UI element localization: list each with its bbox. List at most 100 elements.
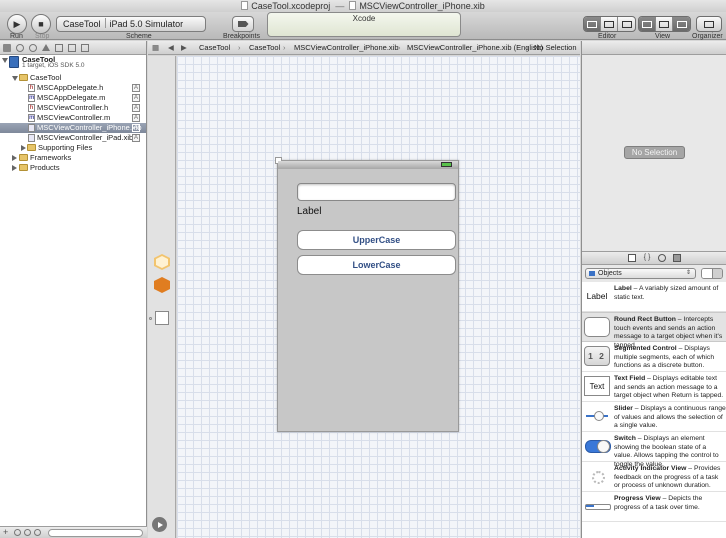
utilities-pane: No Selection { } Objects ⇕ Label Label – … [581,41,726,538]
organizer-icon [704,20,714,28]
icon-view-button[interactable] [702,269,713,278]
search-navigator-icon[interactable] [29,43,37,52]
utilities-toggle[interactable] [673,17,690,31]
symbol-navigator-icon[interactable] [16,43,24,52]
breadcrumb-localization[interactable]: MSCViewController_iPhone.xib (English) [407,41,543,54]
group-row-casetool[interactable]: CaseTool [0,73,146,83]
project-file-icon [241,1,249,10]
object-library-list: Label Label – A variably sized amount of… [582,282,726,538]
navigator-toggle[interactable] [639,17,656,31]
file-label: MSCAppDelegate.m [37,93,106,102]
group-label: Frameworks [30,153,72,162]
media-library-icon[interactable] [673,254,681,262]
disclosure-closed-icon[interactable] [21,145,26,151]
library-selector-bar: { } [582,251,726,265]
issue-navigator-icon[interactable] [42,44,50,51]
lowercase-button[interactable]: LowerCase [297,255,456,275]
recent-filter-icon[interactable] [14,529,21,536]
chevron-right-icon: › [526,43,529,52]
standard-editor-button[interactable] [584,17,601,31]
breadcrumb-selection[interactable]: No Selection [534,41,577,54]
disclosure-open-icon[interactable] [2,58,8,63]
library-item-slider[interactable]: Slider – Displays a continuous range of … [582,402,726,432]
disclosure-closed-icon[interactable] [12,165,17,171]
first-responder-icon[interactable] [154,277,170,293]
group-row[interactable]: Frameworks [0,153,146,163]
breadcrumb-project[interactable]: CaseTool [199,41,230,54]
debug-navigator-icon[interactable] [55,43,63,52]
related-items-icon[interactable]: ▦ [152,41,159,54]
group-row[interactable]: Products [0,163,146,173]
file-label: MSCAppDelegate.h [37,83,104,92]
file-row[interactable]: h MSCViewController.h A [0,103,146,113]
version-editor-icon [621,20,632,28]
text-field[interactable] [297,183,456,201]
back-arrow-icon[interactable]: ◀ [168,41,174,54]
disclosure-open-icon[interactable] [12,76,18,81]
navigator-filter-field[interactable] [48,529,143,537]
forward-arrow-icon[interactable]: ▶ [181,41,187,54]
file-label: MSCViewController_iPad.xib [37,133,134,142]
disclosure-closed-icon[interactable] [12,155,17,161]
unsaved-filter-icon[interactable] [34,529,41,536]
breadcrumb-file[interactable]: MSCViewController_iPhone.xib [294,41,399,54]
label-view[interactable]: Label [297,206,321,217]
status-badge: A [132,84,140,92]
add-icon[interactable]: + [3,528,8,537]
file-label: MSCViewController.m [37,113,111,122]
switch-thumbnail [584,436,611,456]
file-template-library-icon[interactable] [628,254,636,262]
organizer-icon-wrap [697,17,721,31]
library-view-mode-control[interactable] [701,268,723,279]
library-item-round-rect-button[interactable]: Round Rect Button – Intercepts touch eve… [582,312,726,349]
code-snippet-library-icon[interactable]: { } [643,254,651,262]
scheme-popup[interactable]: CaseTool iPad 5.0 Simulator [56,16,206,32]
organizer-button[interactable] [696,16,722,32]
breakpoints-button[interactable] [232,16,254,32]
version-editor-button[interactable] [618,17,635,31]
run-button[interactable]: ▶ [7,14,27,34]
group-row[interactable]: Supporting Files [0,143,146,153]
log-navigator-icon[interactable] [81,43,89,52]
project-row[interactable]: CaseTool 1 target, iOS SDK 5.0 [0,55,146,69]
library-item-description: Activity Indicator View – Provides feedb… [614,465,726,491]
interface-builder-canvas[interactable]: Label UpperCase LowerCase [177,56,580,538]
iphone-view[interactable]: Label UpperCase LowerCase [275,157,459,432]
chevron-right-icon: › [398,43,401,52]
debug-toggle[interactable] [656,17,673,31]
stop-label: Stop [35,33,50,40]
library-item-switch[interactable]: Switch – Displays an element showing the… [582,432,726,468]
library-item-activity-indicator[interactable]: Activity Indicator View – Provides feedb… [582,462,726,492]
uppercase-button[interactable]: UpperCase [297,230,456,250]
library-item-label[interactable]: Label Label – A variably sized amount of… [582,282,726,312]
file-row-selected[interactable]: MSCViewController_iPhone.xib A [0,123,146,133]
object-library-icon[interactable] [658,254,666,262]
library-item-progress-view[interactable]: Progress View – Depicts the progress of … [582,492,726,522]
assistant-editor-button[interactable] [601,17,618,31]
view-object-icon[interactable] [155,311,169,325]
scheme-label: Scheme [126,33,152,40]
scm-filter-icon[interactable] [24,529,31,536]
breakpoints-label: Breakpoints [223,33,260,40]
expand-dock-button[interactable] [152,517,167,532]
segmented-control-thumbnail: 1 2 [584,346,610,366]
library-item-text-field[interactable]: Text Text Field – Displays editable text… [582,372,726,402]
breakpoint-navigator-icon[interactable] [68,43,76,52]
view-segmented[interactable] [638,16,691,32]
file-row[interactable]: MSCViewController_iPad.xib A [0,133,146,143]
library-item-description: Label – A variably sized amount of stati… [614,285,726,302]
file-row[interactable]: h MSCAppDelegate.h A [0,83,146,93]
files-owner-icon[interactable] [154,254,170,270]
assistant-editor-icon [604,20,614,28]
view-indicator-icon [149,317,152,320]
editor-segmented[interactable] [583,16,636,32]
file-row[interactable]: m MSCAppDelegate.m A [0,93,146,103]
library-filter-popup[interactable]: Objects ⇕ [585,268,696,279]
breadcrumb-group[interactable]: CaseTool [249,41,280,54]
stop-button[interactable]: ■ [31,14,51,34]
project-navigator-icon[interactable] [3,43,11,52]
library-item-segmented-control[interactable]: 1 2 Segmented Control – Displays multipl… [582,342,726,372]
list-view-button[interactable] [712,269,722,278]
file-row[interactable]: m MSCViewController.m A [0,113,146,123]
library-item-name: Switch [614,435,636,442]
